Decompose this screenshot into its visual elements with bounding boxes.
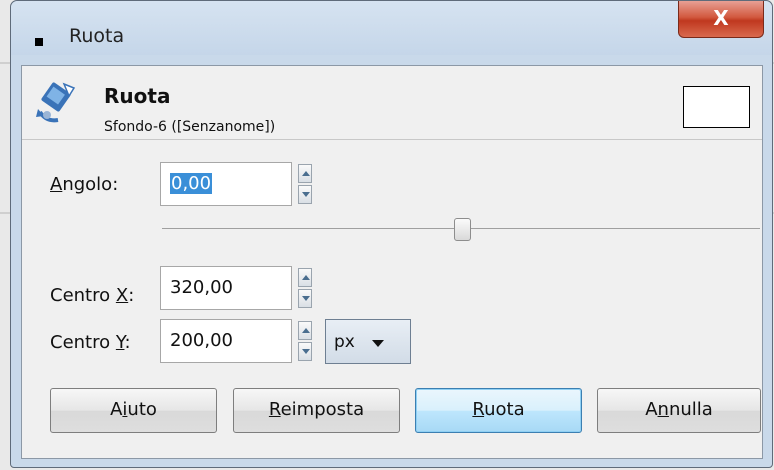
angle-label: Angolo: (50, 174, 119, 195)
center-x-label: Centro X: (50, 285, 135, 306)
spin-up-icon[interactable] (298, 164, 312, 183)
preview-box (683, 86, 750, 128)
spin-down-icon[interactable] (298, 342, 312, 361)
help-button[interactable]: Aiuto (50, 388, 217, 433)
angle-input[interactable]: 0,00 (160, 162, 292, 206)
rotate-button[interactable]: Ruota (415, 388, 582, 433)
dialog-header: Ruota Sfondo-6 ([Senzanome]) (22, 66, 762, 140)
layer-name: Sfondo-6 ([Senzanome]) (104, 119, 276, 135)
rotate-dialog: Ruota X Ruota Sfondo-6 ([Senzanome]) Ang… (10, 0, 773, 468)
window-title: Ruota (69, 25, 125, 47)
unit-select[interactable]: px (325, 319, 411, 364)
center-y-label: Centro Y: (50, 332, 131, 353)
rotate-tool-icon (36, 82, 76, 123)
chevron-down-icon (372, 340, 384, 347)
spin-down-icon[interactable] (298, 289, 312, 308)
unit-value: px (334, 332, 355, 352)
center-x-spinner[interactable] (298, 266, 314, 310)
title-bar[interactable]: Ruota X (11, 1, 772, 55)
cancel-button[interactable]: Annulla (597, 388, 761, 433)
center-x-input[interactable]: 320,00 (160, 266, 292, 310)
dialog-body: Ruota Sfondo-6 ([Senzanome]) Angolo: 0,0… (21, 65, 763, 459)
window-menu-icon[interactable] (35, 38, 43, 46)
spin-down-icon[interactable] (298, 185, 312, 204)
spin-up-icon[interactable] (298, 268, 312, 287)
angle-slider-thumb[interactable] (454, 218, 471, 241)
spin-up-icon[interactable] (298, 321, 312, 340)
dialog-title: Ruota (104, 84, 171, 108)
close-button[interactable]: X (678, 1, 764, 38)
angle-spinner[interactable] (298, 162, 314, 206)
center-y-input[interactable]: 200,00 (160, 319, 292, 363)
center-y-spinner[interactable] (298, 319, 314, 363)
reset-button[interactable]: Reimposta (233, 388, 400, 433)
